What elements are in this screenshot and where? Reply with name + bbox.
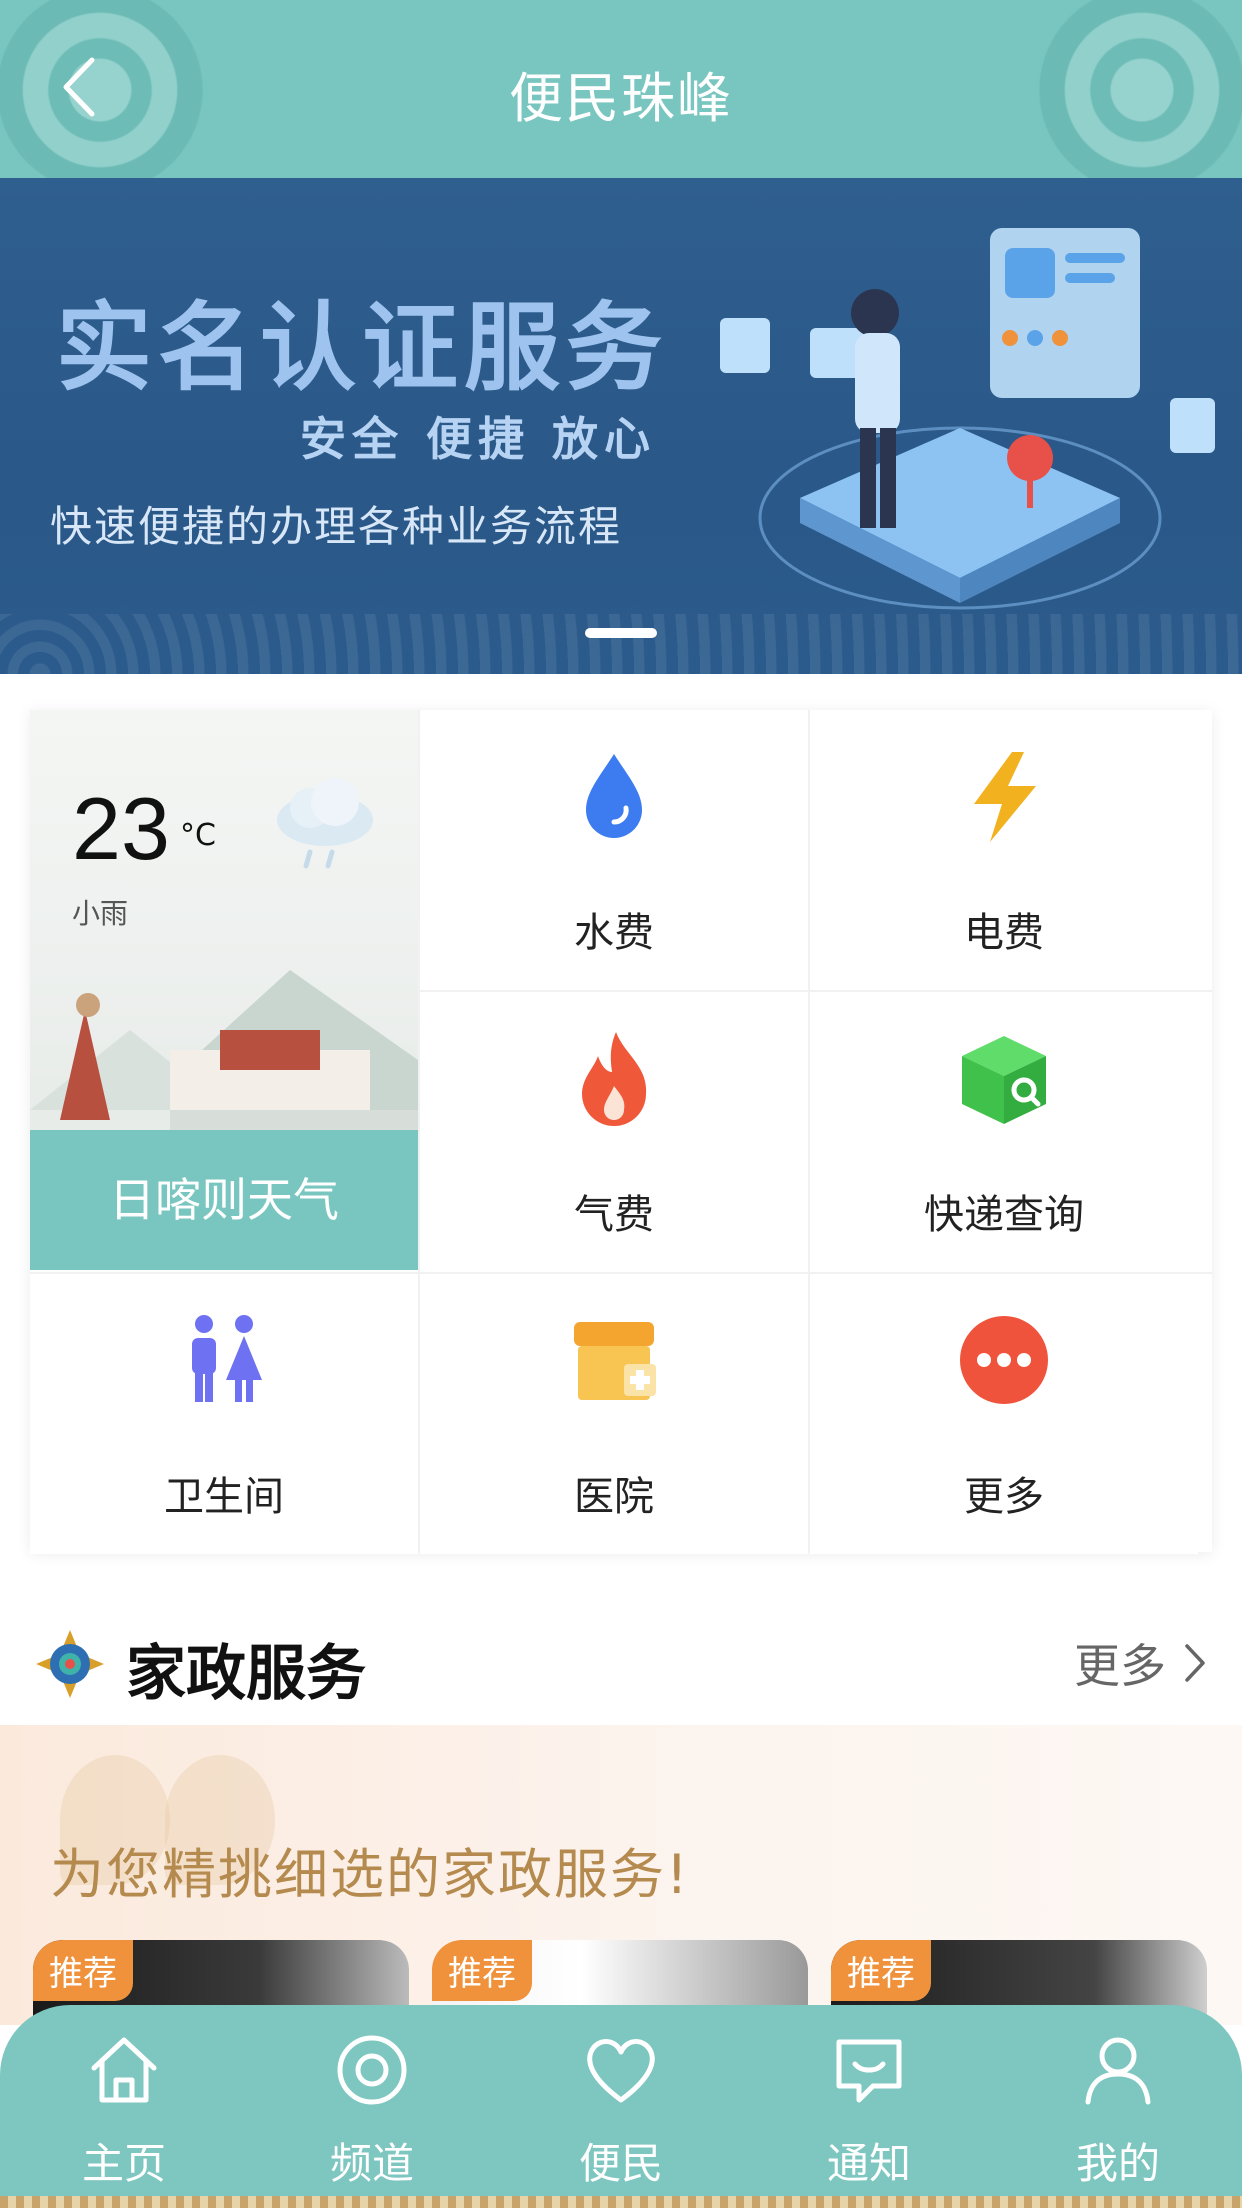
channel-circle-icon bbox=[337, 2035, 407, 2105]
toilet-button[interactable]: 卫生间 bbox=[30, 1274, 418, 1554]
user-icon bbox=[1085, 2037, 1151, 2105]
section-title: 家政服务 bbox=[126, 1639, 366, 1709]
promo-text: 为您精挑细选的家政服务! bbox=[50, 1843, 690, 1906]
restroom-icon bbox=[192, 1315, 262, 1402]
weather-condition: 小雨 bbox=[72, 897, 129, 930]
tab-home-label: 主页 bbox=[81, 2139, 166, 2188]
tab-mine[interactable]: 我的 bbox=[1038, 2030, 1198, 2195]
water-fee-label: 水费 bbox=[574, 910, 654, 956]
gas-fee-button[interactable]: 气费 bbox=[420, 992, 808, 1272]
temperature-value: 23 bbox=[72, 779, 170, 878]
express-query-button[interactable]: 快递查询 bbox=[810, 992, 1198, 1272]
tab-channel[interactable]: 频道 bbox=[292, 2030, 452, 2195]
express-query-label: 快递查询 bbox=[924, 1192, 1084, 1238]
banner-pattern bbox=[0, 614, 1242, 674]
recommend-tag: 推荐 bbox=[33, 1940, 133, 2001]
recommend-tag: 推荐 bbox=[831, 1940, 931, 2001]
page-title: 便民珠峰 bbox=[509, 67, 733, 130]
banner-description: 快速便捷的办理各种业务流程 bbox=[50, 502, 623, 551]
weather-city-label: 日喀则天气 bbox=[109, 1173, 339, 1227]
flame-icon bbox=[582, 1032, 647, 1126]
grid-divider bbox=[30, 1272, 1212, 1274]
tab-mine-label: 我的 bbox=[1075, 2139, 1160, 2188]
tab-notice[interactable]: 通知 bbox=[789, 2030, 949, 2195]
electricity-fee-button[interactable]: 电费 bbox=[810, 710, 1198, 990]
hospital-button[interactable]: 医院 bbox=[420, 1274, 808, 1554]
temperature-unit: °C bbox=[180, 818, 216, 853]
housekeeping-section-header: 家政服务 更多 bbox=[0, 1600, 1242, 1710]
service-grid: 23 °C 小雨 日喀则天气 水费 电费 气费 快递查询 卫生间 医院 更多 bbox=[30, 710, 1212, 1554]
tab-channel-label: 频道 bbox=[329, 2139, 414, 2188]
tab-convenience[interactable]: 便民 bbox=[541, 2030, 701, 2195]
banner-illustration bbox=[720, 228, 1215, 610]
promo-banner[interactable]: 实名认证服务 安全 便捷 放心 快速便捷的办理各种业务流程 bbox=[0, 178, 1242, 674]
tibetan-flower-icon bbox=[36, 1630, 104, 1698]
grid-divider bbox=[418, 710, 420, 1552]
water-drop-icon bbox=[586, 754, 642, 838]
chevron-right-icon bbox=[1185, 1644, 1205, 1682]
water-fee-button[interactable]: 水费 bbox=[420, 710, 808, 990]
hospital-store-icon bbox=[574, 1322, 656, 1400]
electricity-fee-label: 电费 bbox=[964, 910, 1044, 956]
weather-card[interactable]: 23 °C 小雨 日喀则天气 bbox=[30, 710, 418, 1270]
package-search-icon bbox=[962, 1036, 1046, 1124]
more-dots-icon bbox=[960, 1316, 1048, 1404]
hospital-label: 医院 bbox=[574, 1474, 654, 1520]
top-header: 便民珠峰 bbox=[0, 0, 1242, 178]
toilet-label: 卫生间 bbox=[164, 1474, 284, 1520]
bottom-tab-bar: 主页 频道 便民 通知 我的 bbox=[0, 2005, 1242, 2208]
tab-home[interactable]: 主页 bbox=[44, 2030, 204, 2195]
potala-palace-illustration bbox=[30, 970, 418, 1150]
carousel-indicator bbox=[585, 628, 657, 638]
tab-bar-pattern bbox=[0, 2196, 1242, 2208]
more-services-button[interactable]: 更多 bbox=[810, 1274, 1198, 1554]
rain-cloud-icon bbox=[277, 778, 373, 869]
message-icon bbox=[836, 2039, 902, 2103]
lightning-icon bbox=[974, 752, 1036, 842]
heart-icon bbox=[587, 2039, 655, 2103]
more-services-label: 更多 bbox=[964, 1474, 1044, 1520]
gas-fee-label: 气费 bbox=[574, 1192, 654, 1238]
banner-title: 实名认证服务 bbox=[56, 292, 668, 404]
recommend-tag: 推荐 bbox=[432, 1940, 532, 2001]
home-icon bbox=[91, 2037, 157, 2103]
grid-divider bbox=[420, 990, 1212, 992]
section-more-link[interactable]: 更多 bbox=[1074, 1630, 1206, 1696]
grid-divider bbox=[808, 710, 810, 1552]
tab-notice-label: 通知 bbox=[826, 2139, 911, 2188]
tab-convenience-label: 便民 bbox=[578, 2139, 663, 2188]
banner-subtitle: 安全 便捷 放心 bbox=[300, 412, 657, 466]
section-more-label: 更多 bbox=[1074, 1639, 1166, 1693]
